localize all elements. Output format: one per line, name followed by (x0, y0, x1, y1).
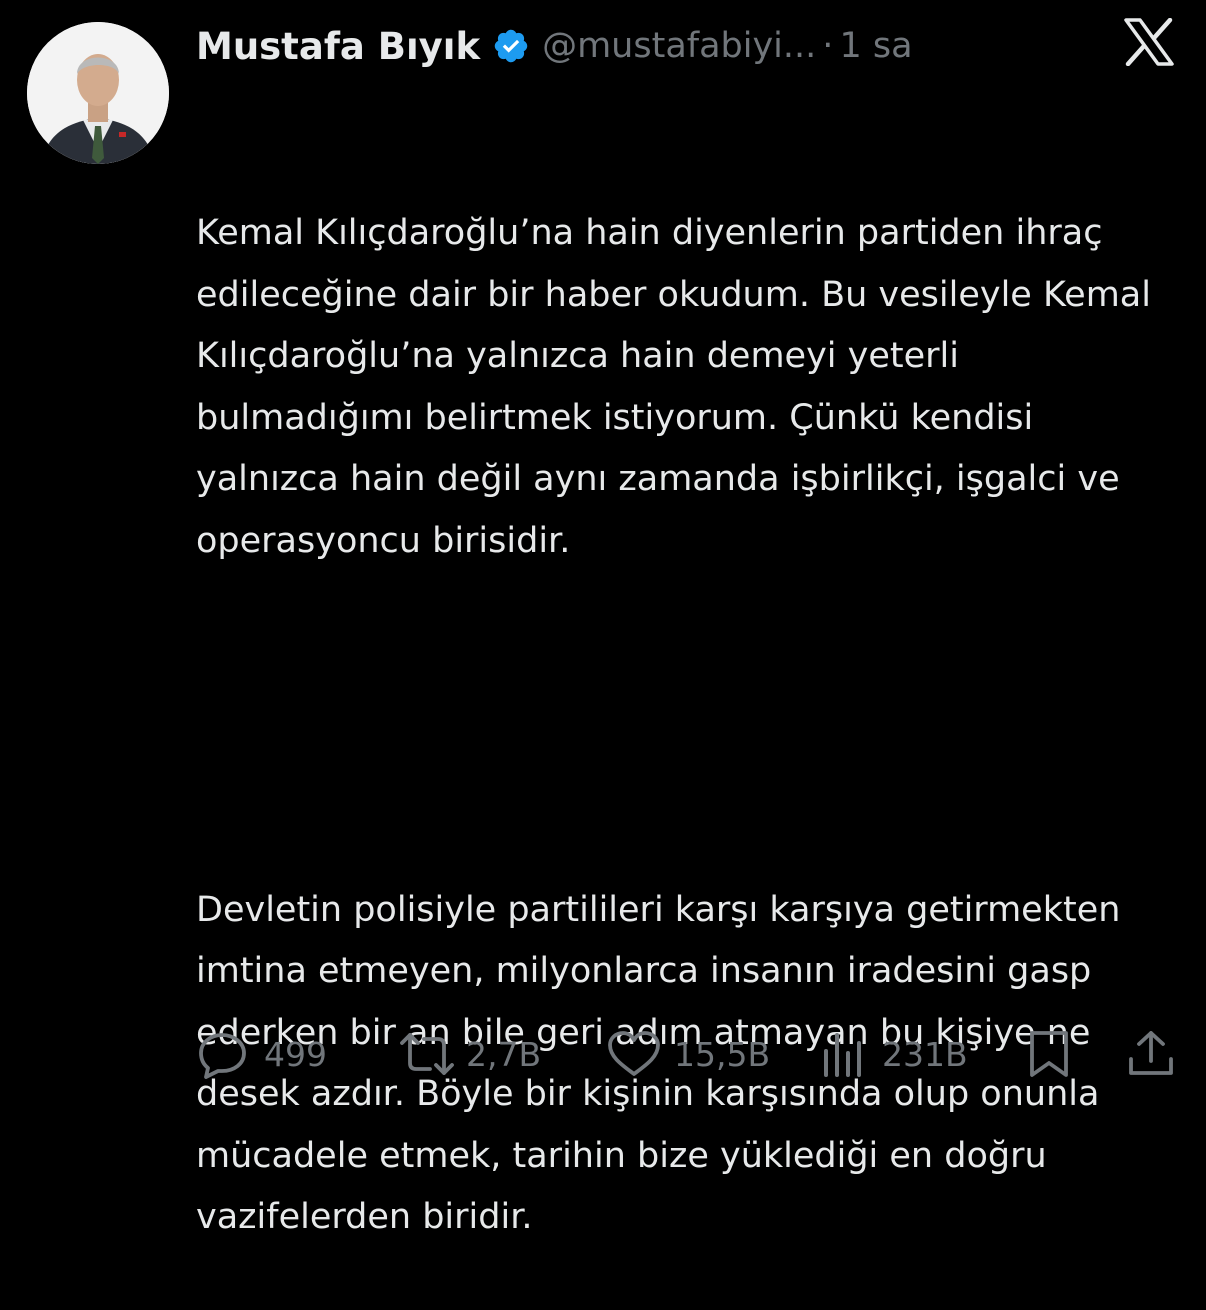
action-bar: 499 2,7B 15,5B 231B (196, 1026, 1176, 1082)
share-icon (1129, 1031, 1173, 1075)
reply-icon (199, 1033, 246, 1079)
avatar-image (27, 22, 169, 164)
views-count: 231B (882, 1034, 968, 1074)
like-icon (608, 1031, 660, 1076)
repost-icon (400, 1033, 454, 1075)
like-button[interactable]: 15,5B (606, 1026, 770, 1082)
timestamp[interactable]: 1 sa (839, 26, 912, 66)
reply-count: 499 (264, 1034, 327, 1074)
author-handle[interactable]: @mustafabiyi... (542, 26, 816, 66)
tweet-text: Kemal Kılıçdaroğlu’na hain diyenlerin pa… (196, 80, 1186, 1310)
x-logo-icon[interactable] (1122, 17, 1176, 67)
bookmark-icon (1030, 1031, 1068, 1077)
reply-button[interactable]: 499 (196, 1026, 327, 1082)
avatar[interactable] (27, 22, 169, 164)
share-button[interactable] (1126, 1026, 1176, 1082)
views-button[interactable]: 231B (820, 1026, 968, 1082)
tweet-paragraph: Kemal Kılıçdaroğlu’na hain diyenlerin pa… (196, 213, 1163, 561)
views-icon (824, 1033, 861, 1077)
repost-count: 2,7B (466, 1034, 542, 1074)
repost-button[interactable]: 2,7B (398, 1026, 541, 1082)
separator-dot: · (822, 26, 834, 66)
tweet-header: Mustafa Bıyık @mustafabiyi... · 1 sa (196, 18, 913, 74)
author-name[interactable]: Mustafa Bıyık (196, 25, 480, 68)
verified-badge-icon (492, 27, 530, 65)
like-count: 15,5B (674, 1034, 771, 1074)
bookmark-button[interactable] (1026, 1026, 1072, 1082)
